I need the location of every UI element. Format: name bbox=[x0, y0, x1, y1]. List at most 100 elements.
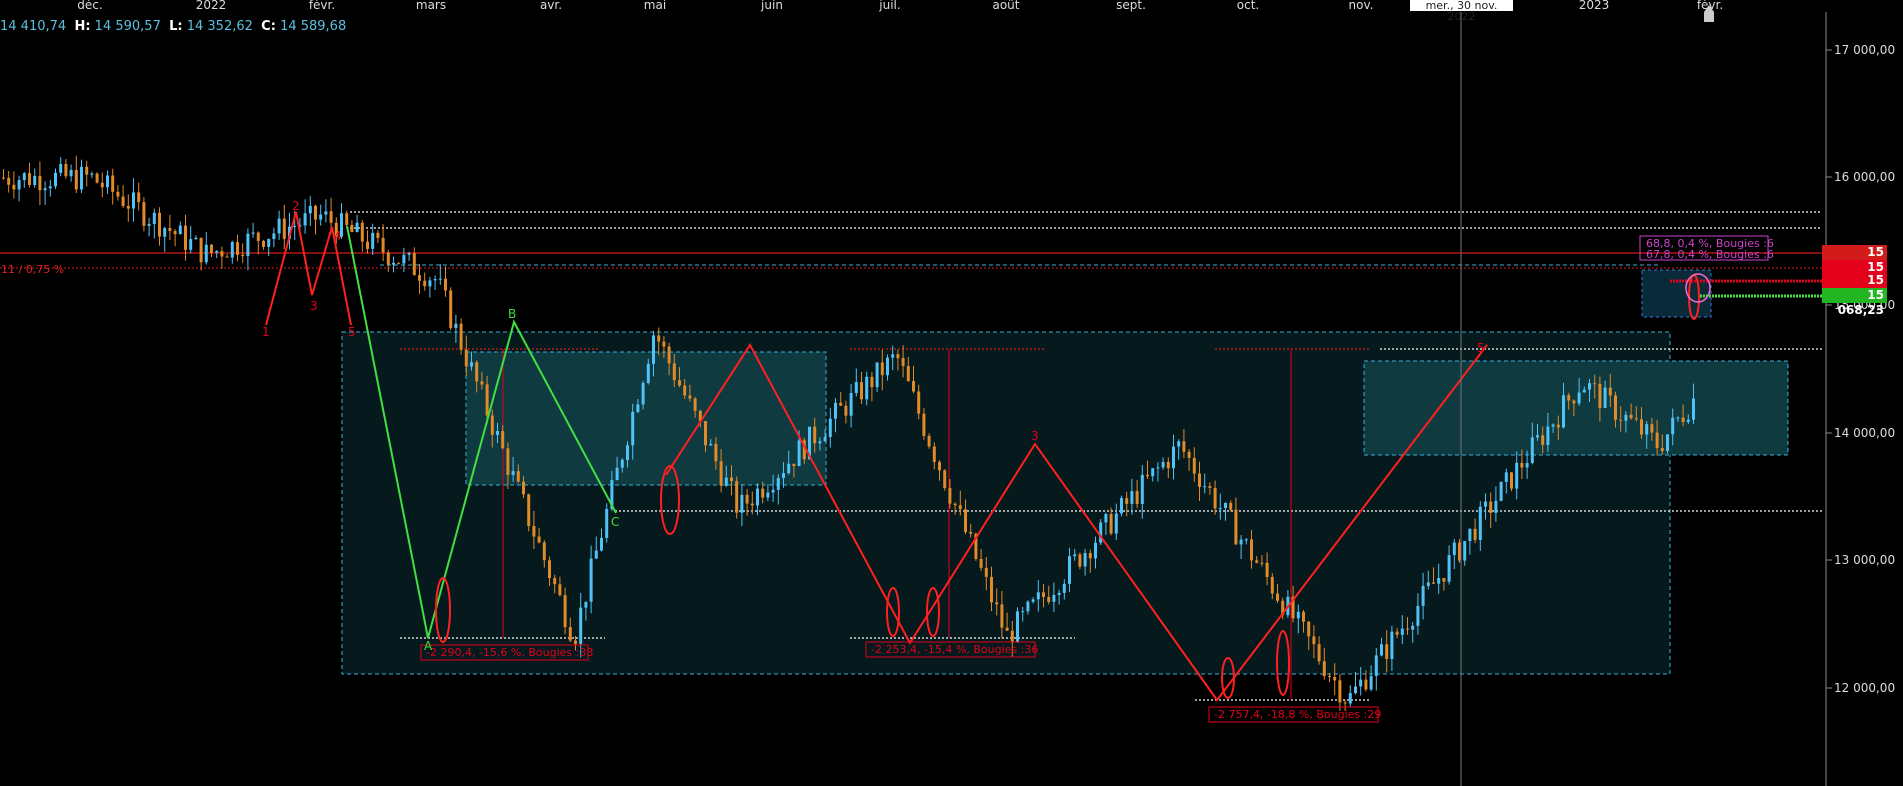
candle-body bbox=[1099, 522, 1103, 543]
candle-body bbox=[178, 225, 182, 235]
candle-body bbox=[1130, 491, 1134, 504]
candle-body bbox=[834, 402, 837, 419]
candle-body bbox=[1504, 472, 1508, 482]
price-chart[interactable]: -2 290,4, -15,6 %, Bougies :38 -2 253,4,… bbox=[0, 0, 1903, 786]
time-tick-label: mars bbox=[416, 0, 446, 12]
candle-body bbox=[1260, 562, 1264, 564]
candle-body bbox=[662, 341, 666, 347]
candle-body bbox=[126, 206, 130, 209]
candle-body bbox=[1250, 539, 1253, 561]
candle-body bbox=[678, 380, 681, 386]
candle-body bbox=[1364, 679, 1368, 690]
candle-body bbox=[912, 381, 915, 392]
candle-body bbox=[854, 382, 858, 394]
price-tick-label: 13 000,00 bbox=[1834, 553, 1895, 567]
candle-body bbox=[615, 467, 619, 481]
candle-body bbox=[979, 558, 983, 568]
wave-label-5: 5 bbox=[348, 325, 356, 339]
candle-body bbox=[1073, 554, 1077, 557]
candle-body bbox=[745, 494, 749, 504]
candle-body bbox=[813, 426, 817, 444]
candle-body bbox=[168, 227, 172, 232]
candle-body bbox=[1307, 621, 1311, 637]
annotation-box-3: -2 757,4, -18,8 %, Bougies :29 bbox=[1214, 708, 1381, 721]
candle-body bbox=[787, 463, 791, 474]
candle-body bbox=[142, 202, 146, 226]
candle-body bbox=[1114, 513, 1118, 534]
candle-body bbox=[319, 214, 323, 220]
candle-body bbox=[496, 431, 499, 435]
candle-body bbox=[553, 578, 557, 585]
candle-body bbox=[418, 275, 421, 281]
candle-body bbox=[251, 232, 255, 234]
ohlc-low: 14 352,62 bbox=[186, 19, 253, 34]
candle-body bbox=[163, 227, 167, 237]
candle-body bbox=[1354, 686, 1357, 694]
candle-body bbox=[1276, 593, 1279, 601]
candle-body bbox=[381, 237, 385, 253]
candle-body bbox=[1182, 441, 1186, 452]
candle-body bbox=[761, 488, 765, 498]
candle-body bbox=[1203, 486, 1207, 488]
candle-body bbox=[1068, 556, 1071, 584]
candle-body bbox=[906, 366, 910, 382]
candle-body bbox=[1328, 676, 1331, 678]
candle-body bbox=[792, 463, 796, 467]
candle-body bbox=[683, 385, 687, 396]
candle-body bbox=[688, 395, 692, 399]
candle-body bbox=[210, 244, 213, 253]
candle-body bbox=[1577, 392, 1581, 404]
candle-body bbox=[865, 376, 869, 400]
candle-body bbox=[137, 192, 141, 203]
candle-body bbox=[1166, 461, 1170, 469]
time-tick-label: févr. bbox=[309, 0, 335, 12]
candle-body bbox=[984, 567, 988, 577]
candle-body bbox=[922, 413, 926, 436]
candle-body bbox=[1239, 539, 1243, 545]
candle-body bbox=[1406, 628, 1409, 630]
candle-body bbox=[1645, 424, 1649, 435]
candle-body bbox=[511, 471, 515, 475]
candle-body bbox=[1468, 528, 1472, 542]
candle-body bbox=[111, 175, 115, 192]
candle-body bbox=[386, 252, 390, 265]
candle-body bbox=[844, 405, 848, 416]
candle-body bbox=[324, 211, 328, 215]
candle-body bbox=[1390, 631, 1394, 659]
candle-body bbox=[277, 218, 281, 234]
candle-body bbox=[740, 494, 744, 513]
candle-body bbox=[1047, 597, 1051, 602]
candle-body bbox=[506, 448, 510, 475]
candle-body bbox=[667, 346, 671, 364]
candle-body bbox=[1515, 462, 1519, 489]
candle-body bbox=[132, 192, 135, 209]
candle-body bbox=[1536, 435, 1539, 438]
candle-body bbox=[345, 213, 349, 225]
price-axis[interactable]: 17 000,0016 000,0015 000,0014 000,0013 0… bbox=[1825, 12, 1895, 786]
candle-body bbox=[1510, 472, 1513, 489]
candle-body bbox=[485, 384, 489, 416]
candle-body bbox=[1671, 417, 1675, 435]
candle-body bbox=[943, 470, 947, 489]
candle-body bbox=[1426, 582, 1430, 586]
candle-body bbox=[1666, 434, 1669, 452]
candle-body bbox=[1608, 387, 1612, 396]
candle-body bbox=[1057, 592, 1061, 596]
candle-body bbox=[1088, 553, 1092, 559]
candle-body bbox=[542, 542, 546, 561]
candle-body bbox=[735, 481, 739, 513]
candle-body bbox=[1411, 625, 1415, 630]
wave-label-5b: 5 bbox=[1477, 341, 1485, 355]
candle-body bbox=[1562, 395, 1565, 428]
candle-body bbox=[1005, 627, 1009, 631]
candle-body bbox=[12, 184, 16, 190]
candle-body bbox=[1593, 383, 1597, 385]
candle-body bbox=[158, 212, 161, 237]
candle-body bbox=[693, 398, 697, 411]
candle-body bbox=[927, 435, 931, 447]
candle-body bbox=[771, 489, 775, 493]
candle-body bbox=[1192, 457, 1196, 474]
candle-body bbox=[152, 212, 156, 224]
candle-body bbox=[1380, 644, 1383, 656]
candle-body bbox=[28, 173, 31, 186]
